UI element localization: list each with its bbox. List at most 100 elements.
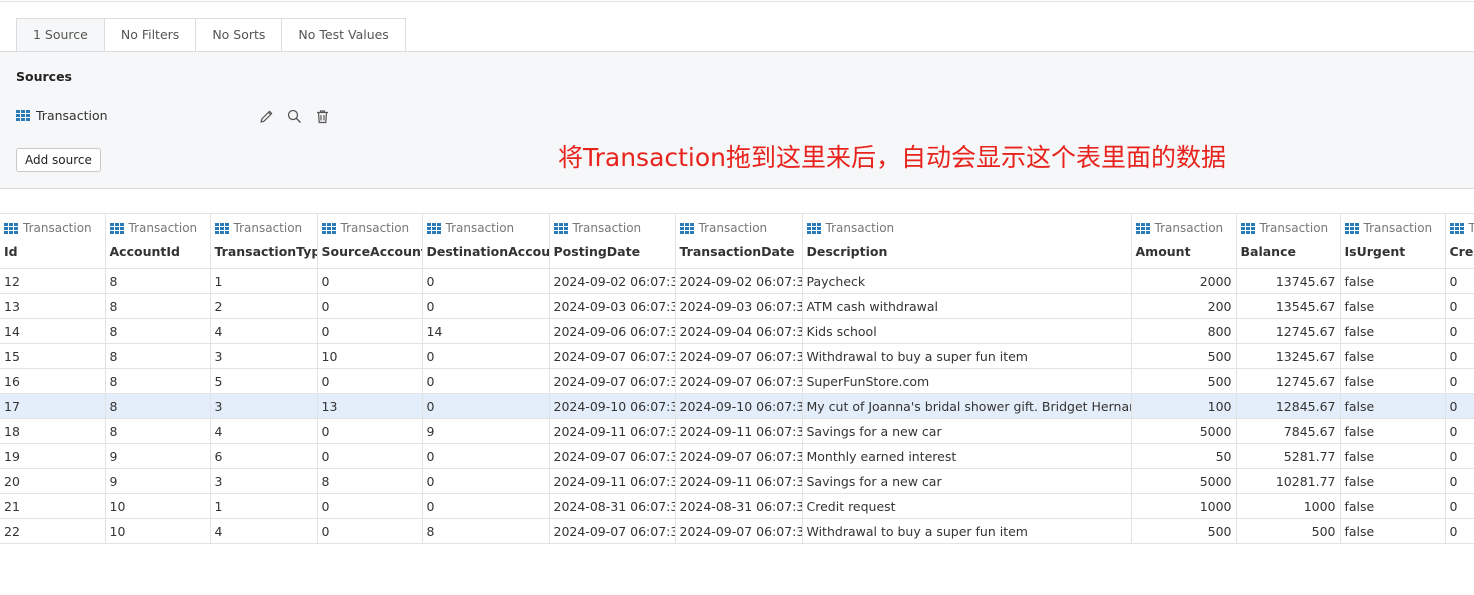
cell-id[interactable]: 17: [0, 393, 106, 419]
cell-destinationaccount[interactable]: 0: [421, 293, 550, 319]
cell-description[interactable]: Credit request: [801, 493, 1132, 519]
cell-id[interactable]: 13: [0, 293, 106, 319]
column-header-transactiontype[interactable]: Transaction TransactionType: [209, 213, 318, 269]
cell-postingdate[interactable]: 2024-09-06 06:07:36: [548, 318, 676, 344]
table-row[interactable]: 16 8 5 0 0 2024-09-07 06:07:36 2024-09-07 06:0…: [0, 368, 1474, 394]
cell-id[interactable]: 15: [0, 343, 106, 369]
cell-createdby[interactable]: 0: [1444, 418, 1474, 444]
cell-balance[interactable]: 500: [1235, 518, 1341, 544]
cell-destinationaccount[interactable]: 0: [421, 493, 550, 519]
cell-id[interactable]: 16: [0, 368, 106, 394]
cell-createdby[interactable]: 0: [1444, 468, 1474, 494]
cell-postingdate[interactable]: 2024-09-10 06:07:36: [548, 393, 676, 419]
cell-postingdate[interactable]: 2024-09-07 06:07:36: [548, 368, 676, 394]
cell-id[interactable]: 14: [0, 318, 106, 344]
cell-balance[interactable]: 12845.67: [1235, 393, 1341, 419]
cell-amount[interactable]: 5000: [1130, 418, 1237, 444]
table-row[interactable]: 21 10 1 0 0 2024-08-31 06:07:36 2024-08-31 06:…: [0, 493, 1474, 519]
cell-balance[interactable]: 10281.77: [1235, 468, 1341, 494]
cell-transactiontype[interactable]: 4: [209, 418, 318, 444]
cell-isurgent[interactable]: false: [1339, 268, 1446, 294]
cell-isurgent[interactable]: false: [1339, 343, 1446, 369]
cell-transactiontype[interactable]: 3: [209, 468, 318, 494]
cell-destinationaccount[interactable]: 0: [421, 343, 550, 369]
cell-transactiontype[interactable]: 2: [209, 293, 318, 319]
column-header-balance[interactable]: Transaction Balance: [1235, 213, 1341, 269]
trash-icon[interactable]: [314, 108, 331, 125]
cell-amount[interactable]: 200: [1130, 293, 1237, 319]
cell-description[interactable]: Paycheck: [801, 268, 1132, 294]
cell-accountid[interactable]: 10: [104, 518, 211, 544]
add-source-button[interactable]: Add source: [16, 148, 101, 172]
cell-transactiondate[interactable]: 2024-09-07 06:07:36: [674, 443, 803, 469]
cell-transactiontype[interactable]: 5: [209, 368, 318, 394]
cell-description[interactable]: Savings for a new car: [801, 468, 1132, 494]
cell-isurgent[interactable]: false: [1339, 393, 1446, 419]
table-row[interactable]: 17 8 3 13 0 2024-09-10 06:07:36 2024-09-10 06:…: [0, 393, 1474, 419]
cell-id[interactable]: 18: [0, 418, 106, 444]
cell-sourceaccount[interactable]: 0: [316, 318, 423, 344]
cell-id[interactable]: 22: [0, 518, 106, 544]
cell-balance[interactable]: 7845.67: [1235, 418, 1341, 444]
cell-balance[interactable]: 1000: [1235, 493, 1341, 519]
cell-transactiontype[interactable]: 3: [209, 393, 318, 419]
cell-transactiondate[interactable]: 2024-09-07 06:07:36: [674, 518, 803, 544]
table-row[interactable]: 20 9 3 8 0 2024-09-11 06:07:36 2024-09-11 06:0…: [0, 468, 1474, 494]
cell-accountid[interactable]: 8: [104, 393, 211, 419]
cell-description[interactable]: Withdrawal to buy a super fun item: [801, 518, 1132, 544]
cell-amount[interactable]: 5000: [1130, 468, 1237, 494]
cell-amount[interactable]: 500: [1130, 368, 1237, 394]
cell-accountid[interactable]: 8: [104, 343, 211, 369]
cell-balance[interactable]: 5281.77: [1235, 443, 1341, 469]
cell-postingdate[interactable]: 2024-09-07 06:07:36: [548, 343, 676, 369]
table-row[interactable]: 19 9 6 0 0 2024-09-07 06:07:36 2024-09-07 06:0…: [0, 443, 1474, 469]
column-header-sourceaccount[interactable]: Transaction SourceAccount: [316, 213, 423, 269]
cell-description[interactable]: My cut of Joanna's bridal shower gift. B…: [801, 393, 1132, 419]
cell-postingdate[interactable]: 2024-08-31 06:07:36: [548, 493, 676, 519]
cell-sourceaccount[interactable]: 8: [316, 468, 423, 494]
cell-balance[interactable]: 12745.67: [1235, 368, 1341, 394]
cell-isurgent[interactable]: false: [1339, 493, 1446, 519]
cell-sourceaccount[interactable]: 0: [316, 518, 423, 544]
cell-sourceaccount[interactable]: 13: [316, 393, 423, 419]
cell-isurgent[interactable]: false: [1339, 318, 1446, 344]
cell-transactiondate[interactable]: 2024-09-04 06:07:36: [674, 318, 803, 344]
cell-description[interactable]: Kids school: [801, 318, 1132, 344]
source-item[interactable]: Transaction: [16, 108, 108, 123]
cell-amount[interactable]: 800: [1130, 318, 1237, 344]
cell-balance[interactable]: 13245.67: [1235, 343, 1341, 369]
cell-isurgent[interactable]: false: [1339, 443, 1446, 469]
tab-sorts[interactable]: No Sorts: [195, 18, 282, 52]
column-header-postingdate[interactable]: Transaction PostingDate: [548, 213, 676, 269]
cell-destinationaccount[interactable]: 9: [421, 418, 550, 444]
cell-amount[interactable]: 2000: [1130, 268, 1237, 294]
column-header-transactiondate[interactable]: Transaction TransactionDate: [674, 213, 803, 269]
cell-sourceaccount[interactable]: 0: [316, 418, 423, 444]
cell-transactiondate[interactable]: 2024-09-03 06:07:36: [674, 293, 803, 319]
cell-createdby[interactable]: 0: [1444, 343, 1474, 369]
cell-destinationaccount[interactable]: 0: [421, 268, 550, 294]
cell-transactiondate[interactable]: 2024-09-11 06:07:36: [674, 468, 803, 494]
cell-description[interactable]: Savings for a new car: [801, 418, 1132, 444]
cell-description[interactable]: Withdrawal to buy a super fun item: [801, 343, 1132, 369]
column-header-description[interactable]: Transaction Description: [801, 213, 1132, 269]
cell-amount[interactable]: 50: [1130, 443, 1237, 469]
cell-sourceaccount[interactable]: 0: [316, 493, 423, 519]
cell-transactiontype[interactable]: 1: [209, 493, 318, 519]
cell-transactiondate[interactable]: 2024-09-07 06:07:36: [674, 343, 803, 369]
cell-createdby[interactable]: 0: [1444, 443, 1474, 469]
cell-destinationaccount[interactable]: 0: [421, 393, 550, 419]
cell-isurgent[interactable]: false: [1339, 418, 1446, 444]
cell-sourceaccount[interactable]: 0: [316, 293, 423, 319]
table-row[interactable]: 14 8 4 0 14 2024-09-06 06:07:36 2024-09-04 06:…: [0, 318, 1474, 344]
cell-sourceaccount[interactable]: 10: [316, 343, 423, 369]
cell-balance[interactable]: 13745.67: [1235, 268, 1341, 294]
table-row[interactable]: 13 8 2 0 0 2024-09-03 06:07:36 2024-09-03 06:0…: [0, 293, 1474, 319]
cell-amount[interactable]: 1000: [1130, 493, 1237, 519]
tab-sources[interactable]: 1 Source: [16, 18, 104, 52]
cell-postingdate[interactable]: 2024-09-07 06:07:36: [548, 518, 676, 544]
search-icon[interactable]: [286, 108, 303, 125]
cell-transactiontype[interactable]: 3: [209, 343, 318, 369]
cell-balance[interactable]: 12745.67: [1235, 318, 1341, 344]
cell-transactiontype[interactable]: 4: [209, 318, 318, 344]
